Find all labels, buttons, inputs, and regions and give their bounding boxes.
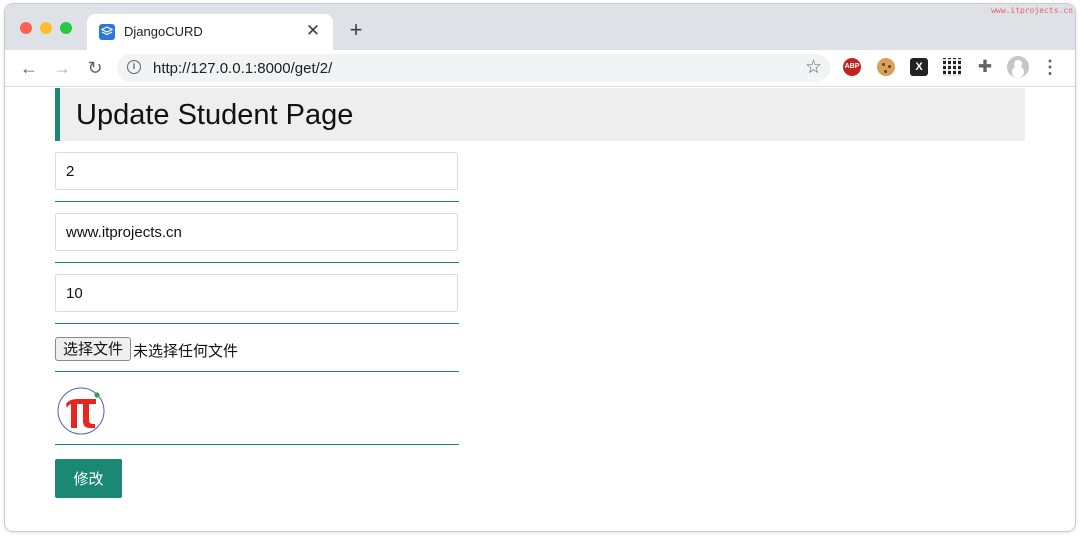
name-input[interactable] <box>55 213 458 251</box>
close-window-button[interactable] <box>20 22 32 34</box>
watermark: www.itprojects.cn <box>991 6 1073 15</box>
divider <box>55 371 459 372</box>
new-tab-icon[interactable]: + <box>345 19 367 41</box>
adblock-extension-icon[interactable]: ABP <box>843 58 861 76</box>
divider <box>55 323 459 324</box>
qr-code-extension-icon[interactable] <box>943 58 961 76</box>
url-text[interactable]: http://127.0.0.1:8000/get/2/ <box>153 60 332 77</box>
extensions-puzzle-icon[interactable]: ✚ <box>976 58 994 76</box>
page-title: Update Student Page <box>76 99 354 131</box>
x-extension-icon[interactable]: X <box>910 58 928 76</box>
browser-window: DjangoCURD ✕ + www.itprojects.cn ← → ↻ i… <box>5 4 1075 531</box>
back-arrow-icon[interactable]: ← <box>17 56 41 80</box>
tab-strip: DjangoCURD ✕ + www.itprojects.cn <box>5 4 1075 50</box>
browser-toolbar: ← → ↻ i http://127.0.0.1:8000/get/2/ ☆ A… <box>5 50 1075 87</box>
forward-arrow-icon[interactable]: → <box>50 56 74 80</box>
divider <box>55 201 459 202</box>
tab-close-icon[interactable]: ✕ <box>303 21 323 41</box>
reload-icon[interactable]: ↻ <box>83 56 107 80</box>
id-input[interactable] <box>55 152 458 190</box>
browser-tab[interactable]: DjangoCURD ✕ <box>87 14 333 50</box>
age-input[interactable] <box>55 274 458 312</box>
minimize-window-button[interactable] <box>40 22 52 34</box>
page-content: Update Student Page 选择文件 未选择任何文件 修改 <box>5 87 1075 531</box>
cookie-extension-icon[interactable] <box>877 58 895 76</box>
site-info-icon[interactable]: i <box>127 60 141 74</box>
pi-logo-icon <box>57 387 105 435</box>
profile-avatar-icon[interactable] <box>1007 56 1029 78</box>
kebab-menu-icon[interactable]: ⋮ <box>1041 58 1059 76</box>
tab-title: DjangoCURD <box>124 24 203 39</box>
address-bar[interactable]: i http://127.0.0.1:8000/get/2/ ☆ <box>117 54 830 82</box>
divider <box>55 262 459 263</box>
maximize-window-button[interactable] <box>60 22 72 34</box>
site-favicon-icon <box>99 24 115 40</box>
divider <box>55 444 459 445</box>
page-header: Update Student Page <box>55 88 1025 141</box>
update-submit-button[interactable]: 修改 <box>55 459 122 498</box>
file-status-text: 未选择任何文件 <box>133 342 239 360</box>
choose-file-button[interactable]: 选择文件 <box>55 337 132 361</box>
bookmark-star-icon[interactable]: ☆ <box>805 57 822 79</box>
